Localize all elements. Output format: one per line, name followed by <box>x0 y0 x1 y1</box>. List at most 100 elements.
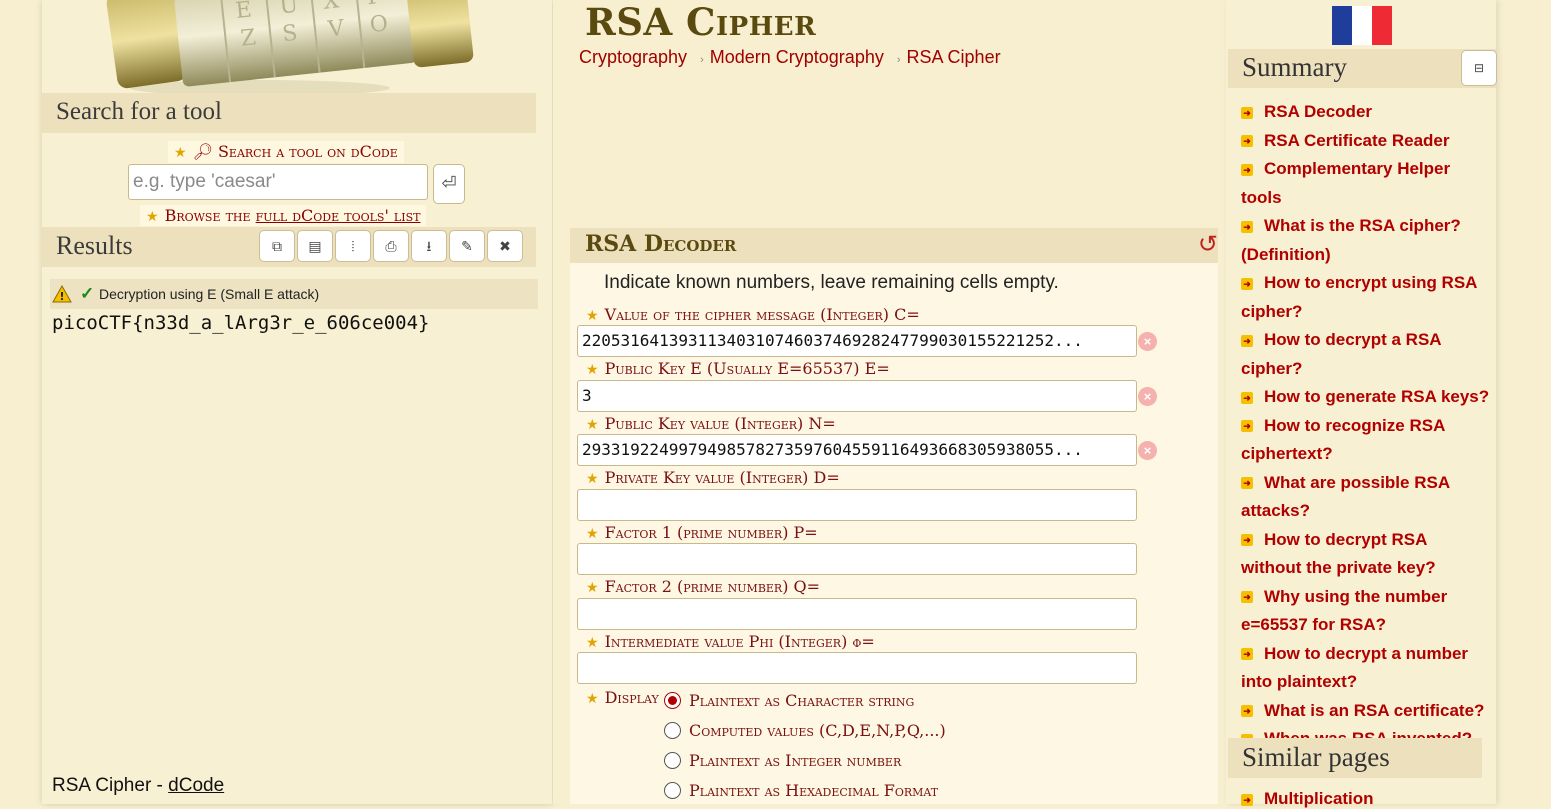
summary-item-number-to-plaintext[interactable]: ➜ How to decrypt a number into plaintext? <box>1241 640 1491 697</box>
factor-q-label-text: Factor 2 (prime number) Q= <box>604 577 821 596</box>
download-button[interactable]: ⭳ <box>411 230 447 262</box>
public-key-n-input[interactable]: 2933192249979498578273597604559116493668… <box>577 434 1137 466</box>
browse-link-label: full dCode tools' list <box>255 206 421 225</box>
svg-text:S: S <box>281 21 299 47</box>
public-key-e-input[interactable]: 3 <box>577 380 1137 412</box>
french-flag-icon[interactable] <box>1332 6 1392 45</box>
breadcrumb-modern-cryptography[interactable]: Modern Cryptography <box>710 47 884 67</box>
page-title: RSA Cipher <box>585 0 817 44</box>
summary-item-attacks[interactable]: ➜ What are possible RSA attacks? <box>1241 469 1491 526</box>
arrow-icon: ➜ <box>1241 334 1253 347</box>
summary-item-label: RSA Decoder <box>1264 102 1373 121</box>
summary-item-recognize[interactable]: ➜ How to recognize RSA ciphertext? <box>1241 412 1491 469</box>
arrow-icon: ➜ <box>1241 220 1253 233</box>
summary-item-label: What are possible RSA attacks? <box>1241 472 1450 521</box>
search-input[interactable] <box>128 164 428 200</box>
display-option-character-string[interactable]: Plaintext as Character string <box>664 691 914 710</box>
decoder-panel-header: RSA Decoder ↺ <box>570 228 1218 263</box>
star-icon: ★ <box>586 471 599 487</box>
display-option-hexadecimal[interactable]: Plaintext as Hexadecimal Format <box>664 781 938 800</box>
result-output[interactable]: picoCTF{n33d_a_lArg3r_e_606ce004} <box>52 312 430 334</box>
factor-q-input[interactable] <box>577 598 1137 630</box>
summary-item-certificate-reader[interactable]: ➜ RSA Certificate Reader <box>1241 127 1491 156</box>
footer-text: RSA Cipher - <box>52 775 169 796</box>
arrow-icon: ➜ <box>1241 705 1253 718</box>
summary-item-e65537[interactable]: ➜ Why using the number e=65537 for RSA? <box>1241 583 1491 640</box>
clear-public-key-e-button[interactable]: × <box>1138 387 1157 406</box>
display-option-computed-values[interactable]: Computed values (C,D,E,N,P,Q,...) <box>664 721 946 740</box>
search-tool-link[interactable]: ★ 🔎︎ Search a tool on dCode <box>168 141 404 163</box>
download-icon: ⭳ <box>426 238 432 254</box>
display-option-label: Computed values (C,D,E,N,P,Q,...) <box>689 721 946 740</box>
breadcrumb-cryptography[interactable]: Cryptography <box>579 47 687 67</box>
summary-item-generate-keys[interactable]: ➜ How to generate RSA keys? <box>1241 383 1491 412</box>
search-submit-button[interactable]: ⏎ <box>433 164 465 204</box>
similar-item-multiplication[interactable]: ➜ Multiplication <box>1241 789 1374 809</box>
summary-item-without-private-key[interactable]: ➜ How to decrypt RSA without the private … <box>1241 526 1491 583</box>
close-results-button[interactable]: ✖ <box>487 230 523 262</box>
summary-item-definition[interactable]: ➜ What is the RSA cipher? (Definition) <box>1241 212 1491 269</box>
public-key-e-label-text: Public Key E (Usually E=65537) E= <box>604 359 890 378</box>
collapse-summary-button[interactable]: ⊟ <box>1461 50 1497 86</box>
summary-item-encrypt[interactable]: ➜ How to encrypt using RSA cipher? <box>1241 269 1491 326</box>
summary-item-rsa-decoder[interactable]: ➜ RSA Decoder <box>1241 98 1491 127</box>
svg-text:!: ! <box>59 290 64 303</box>
factor-q-label: ★ Factor 2 (prime number) Q= <box>586 577 820 596</box>
summary-list: ➜ RSA Decoder ➜ RSA Certificate Reader ➜ Co… <box>1241 98 1491 754</box>
check-icon: ✓ <box>80 284 95 303</box>
breadcrumb-rsa-cipher[interactable]: RSA Cipher <box>907 47 1001 67</box>
footer-dcode-link[interactable]: dCode <box>168 775 224 796</box>
arrow-icon: ➜ <box>1241 277 1253 290</box>
browse-tools-link[interactable]: ★ Browse the full dCode tools' list <box>140 205 427 226</box>
radio[interactable] <box>664 722 681 739</box>
split-icon: ⦙ <box>351 238 355 254</box>
display-option-integer[interactable]: Plaintext as Integer number <box>664 751 901 770</box>
display-option-label: Plaintext as Integer number <box>689 751 902 770</box>
footer-credit: RSA Cipher - dCode <box>52 775 224 797</box>
summary-item-label: How to decrypt RSA without the private k… <box>1241 529 1436 578</box>
clear-public-key-n-button[interactable]: × <box>1138 441 1157 460</box>
similar-item-label: Multiplication <box>1264 789 1374 808</box>
private-key-d-label: ★ Private Key value (Integer) D= <box>586 468 840 487</box>
display-label-text: Display <box>604 688 659 707</box>
arrow-icon: ➜ <box>1241 106 1253 119</box>
svg-text:Z: Z <box>239 25 257 51</box>
summary-item-decrypt[interactable]: ➜ How to decrypt a RSA cipher? <box>1241 326 1491 383</box>
star-icon: ★ <box>586 362 599 378</box>
factor-p-label-text: Factor 1 (prime number) P= <box>604 523 818 542</box>
notes-button[interactable]: ▤ <box>297 230 333 262</box>
summary-item-helper-tools[interactable]: ➜ Complementary Helper tools <box>1241 155 1491 212</box>
summary-item-label: How to encrypt using RSA cipher? <box>1241 273 1477 321</box>
result-status-line: ! ✓ Decryption using E (Small E attack) <box>50 279 538 309</box>
summary-item-certificate[interactable]: ➜ What is an RSA certificate? <box>1241 697 1491 726</box>
print-button[interactable]: ⎙ <box>373 230 409 262</box>
private-key-d-input[interactable] <box>577 489 1137 521</box>
breadcrumb: Cryptography › Modern Cryptography › RSA C… <box>579 47 1001 68</box>
cipher-message-label-text: Value of the cipher message (Integer) C= <box>604 305 920 324</box>
cipher-message-input[interactable]: 2205316413931134031074603746928247799030… <box>577 325 1137 357</box>
browse-prefix: Browse the <box>164 206 256 225</box>
print-icon: ⎙ <box>385 238 397 254</box>
split-button[interactable]: ⦙ <box>335 230 371 262</box>
reset-icon[interactable]: ↺ <box>1198 230 1218 259</box>
breadcrumb-separator-icon: › <box>700 54 704 66</box>
decoder-panel-title: RSA Decoder <box>585 231 737 257</box>
star-icon: ★ <box>174 145 187 161</box>
radio[interactable] <box>664 782 681 799</box>
notes-icon: ▤ <box>308 238 322 254</box>
pin-button[interactable]: ✎ <box>449 230 485 262</box>
svg-text:O: O <box>369 11 390 38</box>
clear-cipher-message-button[interactable]: × <box>1138 332 1157 351</box>
summary-item-label: What is an RSA certificate? <box>1264 700 1485 720</box>
phi-input[interactable] <box>577 652 1137 684</box>
search-tool-link-label: Search a tool on dCode <box>217 142 398 161</box>
copy-button[interactable]: ⧉ <box>259 230 295 262</box>
factor-p-input[interactable] <box>577 543 1137 575</box>
radio[interactable] <box>664 752 681 769</box>
phi-label-text: Intermediate value Phi (Integer) φ= <box>604 632 875 651</box>
radio-checked[interactable] <box>664 692 681 709</box>
breadcrumb-separator-icon: › <box>896 54 901 66</box>
decoder-hint: Indicate known numbers, leave remaining … <box>604 272 1059 293</box>
summary-item-label: What is the RSA cipher? (Definition) <box>1241 216 1461 264</box>
dcode-logo[interactable]: EUXP ZSVO <box>60 0 480 95</box>
